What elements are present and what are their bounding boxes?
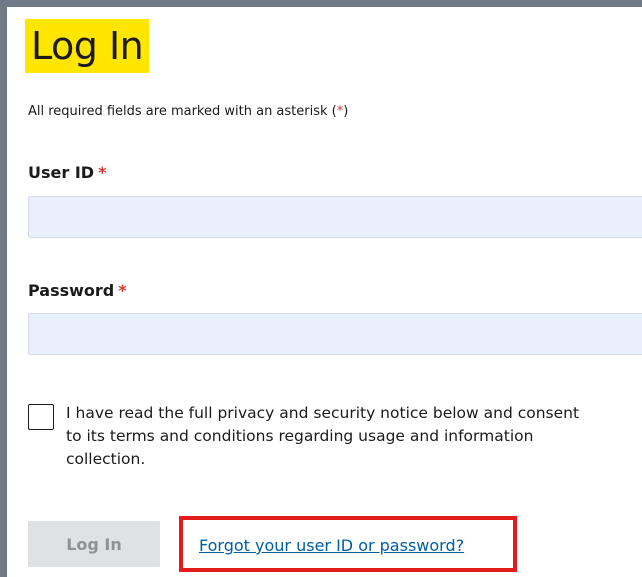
user-id-input[interactable] [28, 196, 642, 238]
consent-label: I have read the full privacy and securit… [66, 404, 580, 468]
user-id-label: User ID * [28, 163, 106, 182]
password-required-marker: * [118, 281, 127, 300]
required-fields-note: All required fields are marked with an a… [28, 104, 348, 119]
user-id-required-marker: * [98, 163, 107, 182]
password-label-text: Password [28, 281, 115, 300]
consent-checkbox[interactable] [28, 404, 54, 430]
required-note-suffix: ) [343, 104, 349, 119]
password-input[interactable] [28, 313, 642, 355]
user-id-label-text: User ID [28, 163, 95, 182]
password-label: Password * [28, 281, 127, 300]
forgot-password-link[interactable]: Forgot your user ID or password? [199, 536, 464, 555]
page-title: Log In [25, 19, 150, 73]
required-note-prefix: All required fields are marked with an a… [28, 104, 337, 119]
log-in-button[interactable]: Log In [28, 521, 160, 567]
